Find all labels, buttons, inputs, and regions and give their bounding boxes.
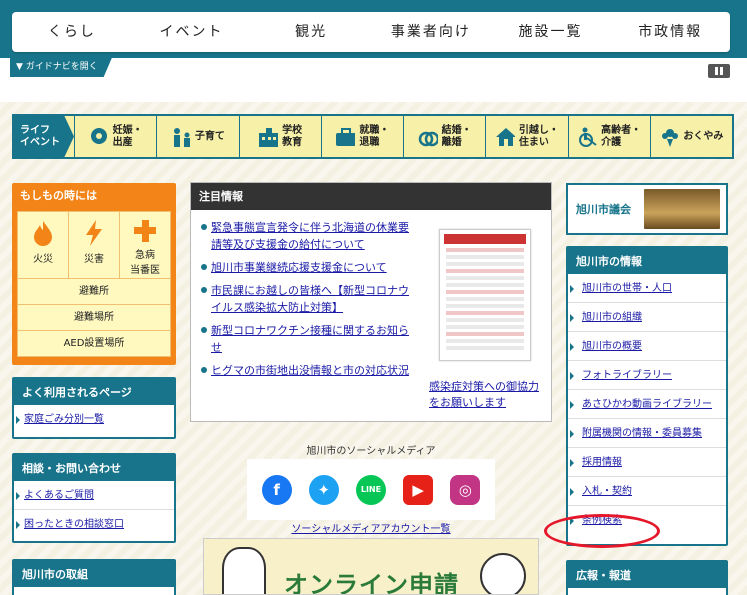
bidding-contract-link[interactable]: 入札・契約 bbox=[582, 486, 632, 497]
lightning-icon bbox=[86, 220, 102, 246]
briefcase-icon bbox=[335, 127, 356, 147]
life-event-condolence[interactable]: おくやみ bbox=[649, 116, 732, 157]
life-event-childcare[interactable]: 子育て bbox=[156, 116, 238, 157]
list-item: ヒグマの市街地出没情報と市の対応状況 bbox=[199, 362, 419, 379]
press-box: 広報・報道 bbox=[566, 560, 728, 595]
rings-icon bbox=[418, 127, 438, 147]
house-icon bbox=[495, 127, 515, 147]
guide-bar: ▼ ガイドナビを開く bbox=[0, 58, 747, 102]
notice-link[interactable]: 市民課にお越しの皆様へ【新型コロナウイルス感染拡大防止対策】 bbox=[211, 284, 409, 314]
nav-kanko[interactable]: 観光 bbox=[251, 12, 371, 52]
header-band: くらし イベント 観光 事業者向け 施設一覧 市政情報 bbox=[0, 0, 747, 58]
city-efforts-title: 旭川市の取組 bbox=[14, 561, 174, 587]
school-icon bbox=[258, 127, 279, 147]
press-title: 広報・報道 bbox=[568, 562, 726, 588]
faq-link[interactable]: よくあるご質問 bbox=[24, 490, 94, 501]
evacuation-shelter-link[interactable]: 避難所 bbox=[18, 279, 170, 305]
notice-link[interactable]: 緊急事態宣言発令に伴う北海道の休業要請等及び支援金の給付について bbox=[211, 221, 409, 251]
pause-icon[interactable] bbox=[708, 64, 730, 78]
infection-control-link[interactable]: 感染症対策への御協力をお願いします bbox=[429, 380, 539, 409]
consult-window-link[interactable]: 困ったときの相談窓口 bbox=[24, 519, 124, 530]
video-library-link[interactable]: あさひかわ動画ライブラリー bbox=[582, 399, 712, 410]
nav-business[interactable]: 事業者向け bbox=[371, 12, 491, 52]
frequent-pages-title: よく利用されるページ bbox=[14, 379, 174, 405]
city-council-label: 旭川市議会 bbox=[576, 203, 631, 216]
social-media-title: 旭川市のソーシャルメディア bbox=[306, 446, 436, 457]
wheelchair-icon bbox=[577, 127, 597, 147]
affiliated-bodies-link[interactable]: 附属機関の情報・委員募集 bbox=[582, 428, 702, 439]
global-nav: くらし イベント 観光 事業者向け 施設一覧 市政情報 bbox=[12, 12, 730, 52]
facebook-icon[interactable]: f bbox=[261, 474, 292, 505]
notice-link[interactable]: 旭川市事業継続応援支援金について bbox=[211, 261, 387, 274]
nav-facilities[interactable]: 施設一覧 bbox=[491, 12, 611, 52]
life-event-school[interactable]: 学校 教育 bbox=[238, 116, 321, 157]
life-event-moving[interactable]: 引越し・ 住まい bbox=[485, 116, 567, 157]
garbage-sorting-link[interactable]: 家庭ごみ分別一覧 bbox=[24, 414, 104, 425]
emergency-disaster[interactable]: 災害 bbox=[68, 212, 119, 278]
council-chamber-image bbox=[644, 189, 720, 229]
banner-title: オンライン申請 bbox=[284, 571, 459, 595]
list-item: 市民課にお越しの皆様へ【新型コロナウイルス感染拡大防止対策】 bbox=[199, 282, 419, 316]
list-item: 旭川市事業継続応援支援金について bbox=[199, 259, 419, 276]
emergency-grid: 火災 災害 急病 当番医 避難所 避難場所 AED設置場所 bbox=[17, 211, 171, 357]
households-population-link[interactable]: 旭川市の世帯・人口 bbox=[582, 283, 672, 294]
emergency-title: もしもの時には bbox=[20, 189, 97, 202]
notice-title: 注目情報 bbox=[191, 183, 551, 210]
highlight-circle bbox=[544, 514, 660, 548]
list-item: 新型コロナワクチン接種に関するお知らせ bbox=[199, 322, 419, 356]
life-event-nav: ライフ イベント 妊娠・ 出産 子育て 学校 教育 就職・ 退職 結婚・ 離婚 引越し・住… bbox=[12, 114, 734, 159]
city-efforts-box: 旭川市の取組 bbox=[12, 559, 176, 595]
pregnancy-icon bbox=[89, 127, 109, 147]
city-council-banner[interactable]: 旭川市議会 bbox=[566, 183, 728, 235]
notice-link[interactable]: ヒグマの市街地出没情報と市の対応状況 bbox=[211, 364, 409, 377]
city-info-box: 旭川市の情報 旭川市の世帯・人口 旭川市の組織 旭川市の概要 フォトライブラリー… bbox=[566, 246, 728, 546]
evacuation-area-link[interactable]: 避難場所 bbox=[18, 305, 170, 331]
fire-icon bbox=[34, 221, 52, 246]
consult-title: 相談・お問い合わせ bbox=[14, 455, 174, 481]
life-event-pregnancy[interactable]: 妊娠・ 出産 bbox=[74, 116, 156, 157]
medical-cross-icon bbox=[134, 220, 156, 242]
line-icon[interactable]: LINE bbox=[355, 474, 386, 505]
life-event-elderly[interactable]: 高齢者・ 介護 bbox=[567, 116, 650, 157]
seal-mascot-icon bbox=[480, 553, 526, 594]
nav-city-admin[interactable]: 市政情報 bbox=[610, 12, 730, 52]
photo-library-link[interactable]: フォトライブラリー bbox=[582, 370, 672, 381]
life-event-marriage[interactable]: 結婚・ 離婚 bbox=[403, 116, 485, 157]
nav-kurashi[interactable]: くらし bbox=[12, 12, 132, 52]
city-overview-link[interactable]: 旭川市の概要 bbox=[582, 341, 642, 352]
life-event-employment[interactable]: 就職・ 退職 bbox=[320, 116, 403, 157]
youtube-icon[interactable]: ▶ bbox=[403, 474, 434, 505]
guide-navi-button[interactable]: ▼ ガイドナビを開く bbox=[10, 58, 112, 77]
frequent-pages-box: よく利用されるページ 家庭ごみ分別一覧 bbox=[12, 377, 176, 439]
organization-link[interactable]: 旭川市の組織 bbox=[582, 312, 642, 323]
social-accounts-link[interactable]: ソーシャルメディアアカウント一覧 bbox=[291, 524, 450, 535]
notice-list: 緊急事態宣言発令に伴う北海道の休業要請等及び支援金の給付について 旭川市事業継続… bbox=[199, 219, 419, 385]
emergency-fire[interactable]: 火災 bbox=[18, 212, 68, 278]
online-application-banner[interactable]: オンライン申請 bbox=[203, 538, 539, 595]
nav-event[interactable]: イベント bbox=[132, 12, 252, 52]
flower-icon bbox=[659, 127, 679, 147]
recruitment-link[interactable]: 採用情報 bbox=[582, 457, 622, 468]
instagram-icon[interactable]: ◎ bbox=[450, 474, 481, 505]
aed-location-link[interactable]: AED設置場所 bbox=[18, 331, 170, 357]
notice-link[interactable]: 新型コロナワクチン接種に関するお知らせ bbox=[211, 324, 409, 354]
emergency-box: もしもの時には 火災 災害 急病 当番医 避難所 避難場所 AED設置場所 bbox=[12, 183, 176, 365]
life-event-label: ライフ イベント bbox=[14, 116, 74, 157]
infection-poster-image[interactable] bbox=[439, 229, 531, 361]
rabbit-mascot-icon bbox=[222, 547, 266, 594]
twitter-icon[interactable]: ✦ bbox=[308, 474, 339, 505]
social-icons: f ✦ LINE ▶ ◎ bbox=[247, 459, 495, 520]
list-item: 緊急事態宣言発令に伴う北海道の休業要請等及び支援金の給付について bbox=[199, 219, 419, 253]
notice-panel: 注目情報 緊急事態宣言発令に伴う北海道の休業要請等及び支援金の給付について 旭川… bbox=[190, 182, 552, 422]
family-icon bbox=[171, 127, 191, 147]
consult-box: 相談・お問い合わせ よくあるご質問 困ったときの相談窓口 bbox=[12, 453, 176, 543]
city-info-title: 旭川市の情報 bbox=[568, 248, 726, 274]
emergency-on-duty-doctor[interactable]: 急病 当番医 bbox=[119, 212, 170, 278]
